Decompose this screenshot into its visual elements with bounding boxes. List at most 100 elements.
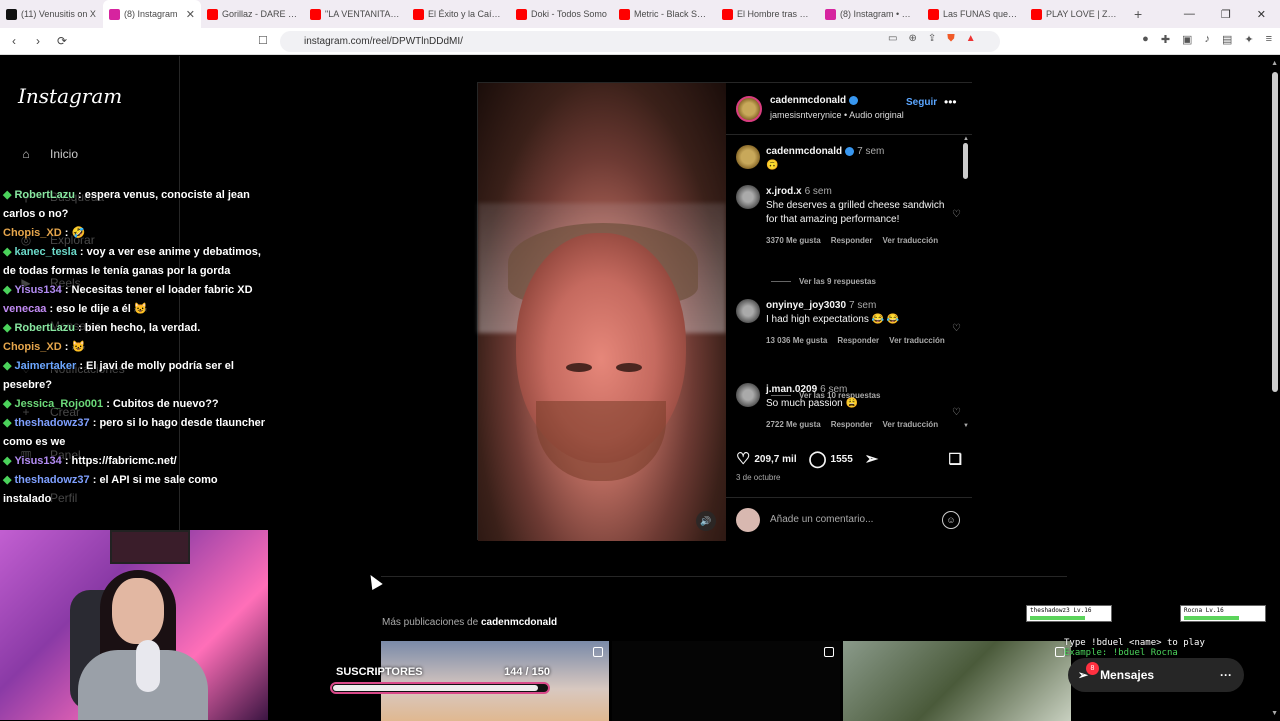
browser-tab[interactable]: (8) Instagram ✕ bbox=[103, 0, 201, 28]
comment-user[interactable]: x.jrod.x bbox=[766, 186, 802, 197]
chat-text: : 😺 bbox=[64, 341, 86, 353]
comment-likes[interactable]: 2722 Me gusta bbox=[766, 418, 821, 432]
caption-user[interactable]: cadenmcdonald bbox=[766, 146, 842, 157]
browser-tab[interactable]: (11) Venusitis on X bbox=[0, 0, 103, 28]
badge-icon: ◆ bbox=[3, 360, 12, 372]
window-controls: — ❐ ✕ bbox=[1184, 0, 1280, 28]
browser-tab[interactable]: PLAY LOVE | ZARCO bbox=[1025, 0, 1128, 28]
browser-tab[interactable]: Las FUNAS que fue bbox=[922, 0, 1025, 28]
extension-icon[interactable]: ● bbox=[1142, 33, 1149, 46]
minimize-icon[interactable]: — bbox=[1184, 8, 1195, 20]
browser-tab[interactable]: Gorillaz - DARE (Offi bbox=[201, 0, 304, 28]
stream-chat: ◆ RobertLazu : espera venus, conociste al… bbox=[0, 186, 268, 509]
comments-scrollbar[interactable] bbox=[963, 143, 968, 179]
music-icon[interactable]: ♪ bbox=[1204, 33, 1210, 46]
reload-icon[interactable]: ⟳ bbox=[52, 34, 72, 48]
close-tab-icon[interactable]: ✕ bbox=[186, 8, 195, 21]
tab-favicon-icon bbox=[413, 8, 424, 20]
browser-tab[interactable]: Doki - Todos Somo bbox=[510, 0, 613, 28]
restore-icon[interactable]: ❐ bbox=[1221, 8, 1231, 21]
back-icon[interactable]: ‹ bbox=[4, 34, 24, 48]
translate-button[interactable]: Ver traducción bbox=[883, 234, 939, 248]
reply-button[interactable]: Responder bbox=[831, 234, 873, 248]
avatar bbox=[736, 507, 760, 532]
post-thumbnail[interactable] bbox=[612, 641, 840, 721]
browser-tab[interactable]: El Hombre tras el Pi bbox=[716, 0, 819, 28]
tab-title: El Hombre tras el Pi bbox=[737, 9, 813, 19]
rewards-icon[interactable]: ▲ bbox=[966, 33, 976, 44]
badge-icon: ◆ bbox=[3, 284, 12, 296]
save-icon[interactable]: ❏ bbox=[949, 450, 962, 468]
zoom-icon[interactable]: ⊕ bbox=[908, 33, 916, 44]
comment-like-icon[interactable]: ♡ bbox=[952, 209, 961, 220]
post-thumbnail[interactable] bbox=[843, 641, 1071, 721]
url-actions: ▭ ⊕ ⇪ ⛊ ▲ bbox=[888, 33, 976, 44]
more-icon[interactable]: ··· bbox=[1220, 668, 1232, 682]
comment-like-icon[interactable]: ♡ bbox=[952, 407, 961, 418]
instagram-logo[interactable]: Instagram bbox=[18, 84, 122, 108]
comment-count: 1555 bbox=[830, 453, 853, 465]
new-tab-button[interactable]: + bbox=[1134, 6, 1142, 22]
bookmark-icon[interactable]: ☐ bbox=[258, 34, 268, 47]
reply-button[interactable]: Responder bbox=[837, 334, 879, 348]
comment-like-icon[interactable]: ♡ bbox=[952, 323, 961, 334]
browser-tab[interactable]: "LA VENTANITA" - C bbox=[304, 0, 407, 28]
post-username[interactable]: cadenmcdonald bbox=[770, 95, 846, 106]
comment-input[interactable]: Añade un comentario... bbox=[770, 514, 873, 525]
page-scrollbar[interactable] bbox=[1272, 72, 1278, 392]
brave-shield-icon[interactable]: ⛊ bbox=[947, 33, 955, 44]
comments-list: cadenmcdonald 7 sem 🙃 x.jrod.x 6 sem She des… bbox=[726, 135, 972, 435]
tab-favicon-icon bbox=[825, 8, 836, 20]
reply-button[interactable]: Responder bbox=[831, 418, 873, 432]
comment-text: I had high expectations 😂 😂 bbox=[766, 314, 900, 325]
chat-message: venecaa : eso le dije a él 😺 bbox=[0, 300, 268, 319]
audio-line[interactable]: jamesisntverynice • Audio original bbox=[770, 110, 904, 120]
page-scroll-up-icon[interactable]: ▲ bbox=[1271, 60, 1278, 67]
share-icon[interactable]: ⇪ bbox=[928, 33, 936, 44]
scroll-up-icon[interactable]: ▲ bbox=[963, 136, 969, 142]
avatar[interactable] bbox=[736, 299, 760, 323]
avatar[interactable] bbox=[736, 145, 760, 169]
sidebar-icon[interactable]: ▣ bbox=[1182, 33, 1192, 46]
reel-video[interactable]: 🔊 bbox=[478, 83, 726, 541]
wallet-icon[interactable]: ▤ bbox=[1222, 33, 1232, 46]
more-options-icon[interactable]: ••• bbox=[944, 95, 957, 109]
menu-icon[interactable]: ≡ bbox=[1266, 33, 1272, 46]
share-icon[interactable]: ➢ bbox=[865, 449, 878, 469]
puzzle-icon[interactable]: ✚ bbox=[1161, 33, 1170, 46]
page-scroll-down-icon[interactable]: ▼ bbox=[1271, 710, 1278, 717]
browser-tab[interactable]: (8) Instagram • Men bbox=[819, 0, 922, 28]
more-posts-user[interactable]: cadenmcdonald bbox=[481, 617, 557, 628]
sidebar-item-home[interactable]: ⌂ Inicio bbox=[16, 144, 78, 164]
like-heart-icon[interactable]: ♡ bbox=[736, 449, 750, 469]
install-icon[interactable]: ▭ bbox=[888, 33, 897, 44]
chat-message: ◆ Yisus134 : https://fabricmc.net/ bbox=[0, 452, 268, 471]
browser-tab[interactable]: El Éxito y la Caída d bbox=[407, 0, 510, 28]
chat-message: ◆ Jessica_Rojo001 : Cubitos de nuevo?? bbox=[0, 395, 268, 414]
forward-icon[interactable]: › bbox=[28, 34, 48, 48]
emoji-icon[interactable]: ☺ bbox=[942, 511, 960, 529]
post-actions: ♡ 209,7 mil ◯ 1555 ➢ ❏ bbox=[736, 449, 962, 469]
avatar[interactable] bbox=[736, 95, 762, 122]
translate-button[interactable]: Ver traducción bbox=[883, 418, 939, 432]
comment-user[interactable]: onyinye_joy3030 bbox=[766, 300, 846, 311]
ai-icon[interactable]: ✦ bbox=[1244, 33, 1253, 46]
avatar[interactable] bbox=[736, 383, 760, 407]
tab-title: (11) Venusitis on X bbox=[21, 9, 96, 19]
scroll-down-icon[interactable]: ▼ bbox=[963, 423, 969, 429]
comment-likes[interactable]: 3370 Me gusta bbox=[766, 234, 821, 248]
like-count[interactable]: 209,7 mil bbox=[754, 454, 796, 465]
comment-icon[interactable]: ◯ bbox=[809, 449, 827, 469]
browser-tab[interactable]: Metric - Black Shee bbox=[613, 0, 716, 28]
translate-button[interactable]: Ver traducción bbox=[889, 334, 945, 348]
comment-time: 7 sem bbox=[849, 300, 877, 311]
follow-button[interactable]: Seguir bbox=[906, 97, 937, 108]
close-window-icon[interactable]: ✕ bbox=[1257, 8, 1266, 21]
reel-icon bbox=[593, 647, 603, 657]
divider bbox=[381, 576, 1067, 577]
view-replies-button[interactable]: Ver las 9 respuestas bbox=[771, 277, 876, 286]
comment-user[interactable]: j.man.0209 bbox=[766, 384, 817, 395]
volume-icon[interactable]: 🔊 bbox=[696, 511, 716, 531]
comment-likes[interactable]: 13 036 Me gusta bbox=[766, 334, 827, 348]
avatar[interactable] bbox=[736, 185, 760, 209]
